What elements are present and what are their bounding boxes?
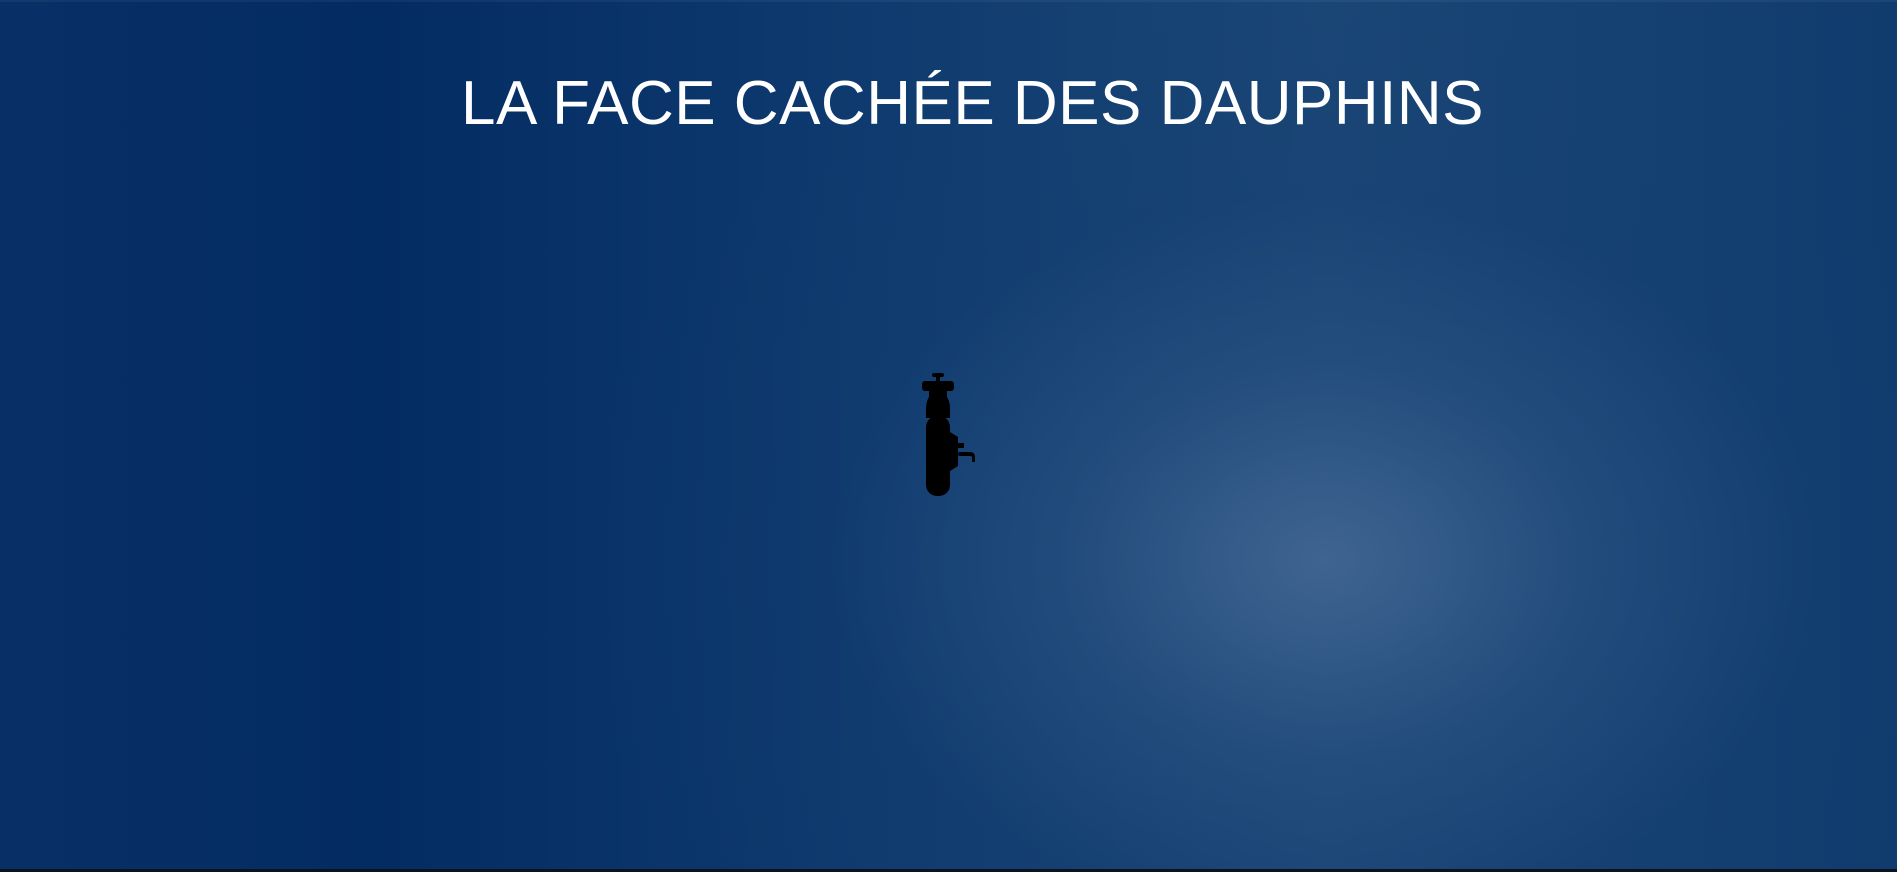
- scuba-tank-icon: [922, 373, 975, 496]
- scuba-tank-button[interactable]: [914, 370, 980, 500]
- underwater-scene: LA FACE CACHÉE DES DAUPHINS: [0, 0, 1897, 869]
- page-title: LA FACE CACHÉE DES DAUPHINS: [461, 69, 1484, 138]
